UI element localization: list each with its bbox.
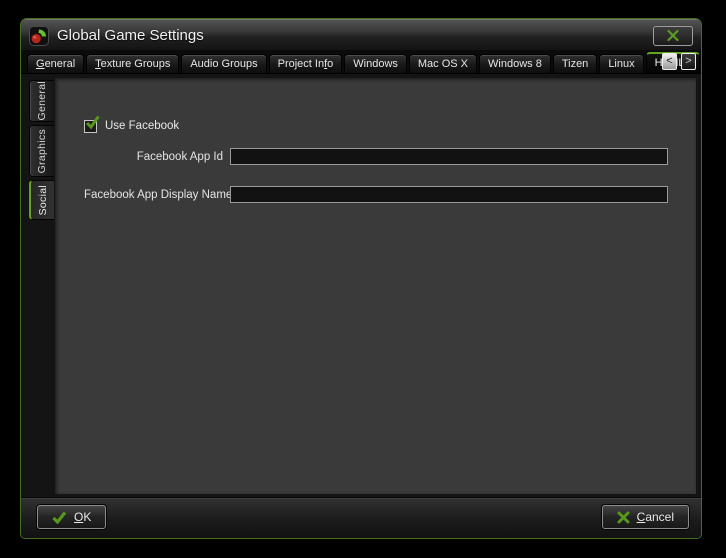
side-tab-bar: General Graphics Social bbox=[29, 78, 55, 494]
ok-button[interactable]: OK bbox=[37, 505, 106, 529]
tab-tizen[interactable]: Tizen bbox=[553, 54, 598, 73]
chevron-right-icon: > bbox=[685, 55, 691, 67]
dialog-footer: OK Cancel bbox=[21, 497, 701, 538]
facebook-app-display-name-input[interactable] bbox=[230, 186, 668, 203]
use-facebook-checkbox[interactable] bbox=[84, 120, 97, 133]
facebook-app-id-label: Facebook App Id bbox=[84, 151, 223, 163]
close-icon bbox=[667, 30, 679, 41]
tab-mac-os-x[interactable]: Mac OS X bbox=[409, 54, 477, 73]
facebook-app-id-row: Facebook App Id bbox=[84, 148, 668, 165]
tab-scroll-buttons: < > bbox=[662, 53, 696, 70]
gamemaker-logo-icon bbox=[29, 26, 49, 46]
tab-scroll-left-button[interactable]: < bbox=[662, 53, 677, 70]
close-button[interactable] bbox=[653, 26, 693, 46]
global-game-settings-window: Global Game Settings General Texture Gro… bbox=[20, 18, 702, 539]
cancel-button-label: Cancel bbox=[637, 510, 674, 524]
tab-texture-groups[interactable]: Texture Groups bbox=[86, 54, 179, 73]
side-tab-social[interactable]: Social bbox=[29, 180, 54, 220]
use-facebook-row: Use Facebook bbox=[84, 119, 668, 133]
checkbox-check-icon bbox=[85, 115, 101, 131]
social-settings-panel: Use Facebook Facebook App Id Facebook Ap… bbox=[55, 78, 696, 494]
window-title: Global Game Settings bbox=[57, 27, 204, 44]
ok-button-label: OK bbox=[74, 510, 91, 524]
ok-check-icon bbox=[52, 511, 67, 524]
platform-tab-bar: General Texture Groups Audio Groups Proj… bbox=[21, 50, 701, 74]
tab-linux[interactable]: Linux bbox=[599, 54, 643, 73]
side-tab-graphics[interactable]: Graphics bbox=[29, 125, 54, 177]
use-facebook-label: Use Facebook bbox=[105, 120, 179, 132]
tab-windows[interactable]: Windows bbox=[344, 54, 407, 73]
side-tab-general[interactable]: General bbox=[29, 80, 54, 122]
tab-scroll-right-button[interactable]: > bbox=[681, 53, 696, 70]
tab-general[interactable]: General bbox=[27, 54, 84, 73]
dialog-body: General Graphics Social Use Facebook Fac… bbox=[21, 74, 701, 497]
cancel-button[interactable]: Cancel bbox=[602, 505, 689, 529]
tab-audio-groups[interactable]: Audio Groups bbox=[181, 54, 266, 73]
tab-windows-8[interactable]: Windows 8 bbox=[479, 54, 551, 73]
titlebar[interactable]: Global Game Settings bbox=[21, 19, 701, 50]
facebook-app-display-name-row: Facebook App Display Name bbox=[84, 186, 668, 203]
tab-project-info[interactable]: Project Info bbox=[269, 54, 343, 73]
cancel-x-icon bbox=[617, 511, 630, 524]
facebook-app-id-input[interactable] bbox=[230, 148, 668, 165]
chevron-left-icon: < bbox=[666, 55, 672, 67]
facebook-app-display-name-label: Facebook App Display Name bbox=[84, 189, 223, 201]
